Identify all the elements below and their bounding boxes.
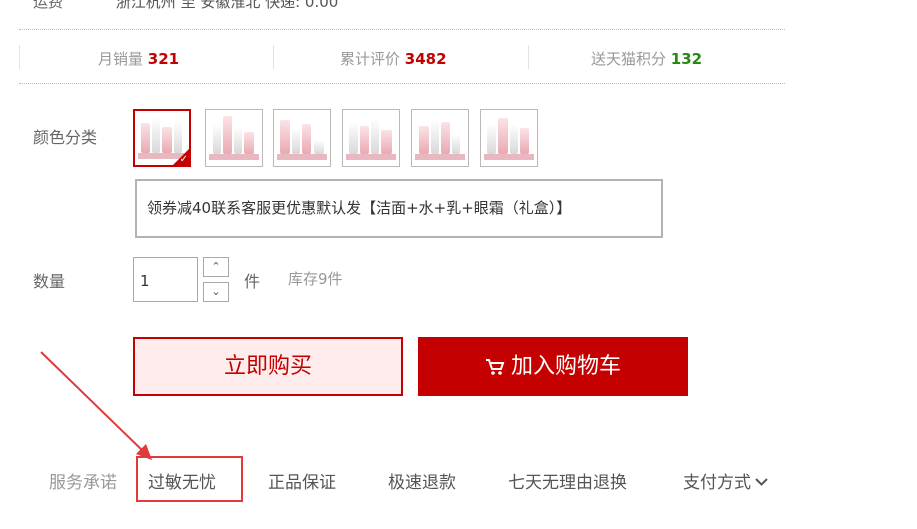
service-label: 服务承诺 <box>49 473 117 493</box>
service-allergy-free[interactable]: 过敏无忧 <box>148 468 216 493</box>
service-7day-return[interactable]: 七天无理由退换 <box>508 468 627 493</box>
service-genuine-guarantee[interactable]: 正品保证 <box>268 468 336 493</box>
payment-label: 支付方式 <box>683 473 751 493</box>
chevron-down-icon <box>755 471 768 491</box>
payment-methods-dropdown[interactable]: 支付方式 <box>683 468 768 493</box>
service-fast-refund[interactable]: 极速退款 <box>388 468 456 493</box>
annotation-arrow <box>40 351 152 460</box>
